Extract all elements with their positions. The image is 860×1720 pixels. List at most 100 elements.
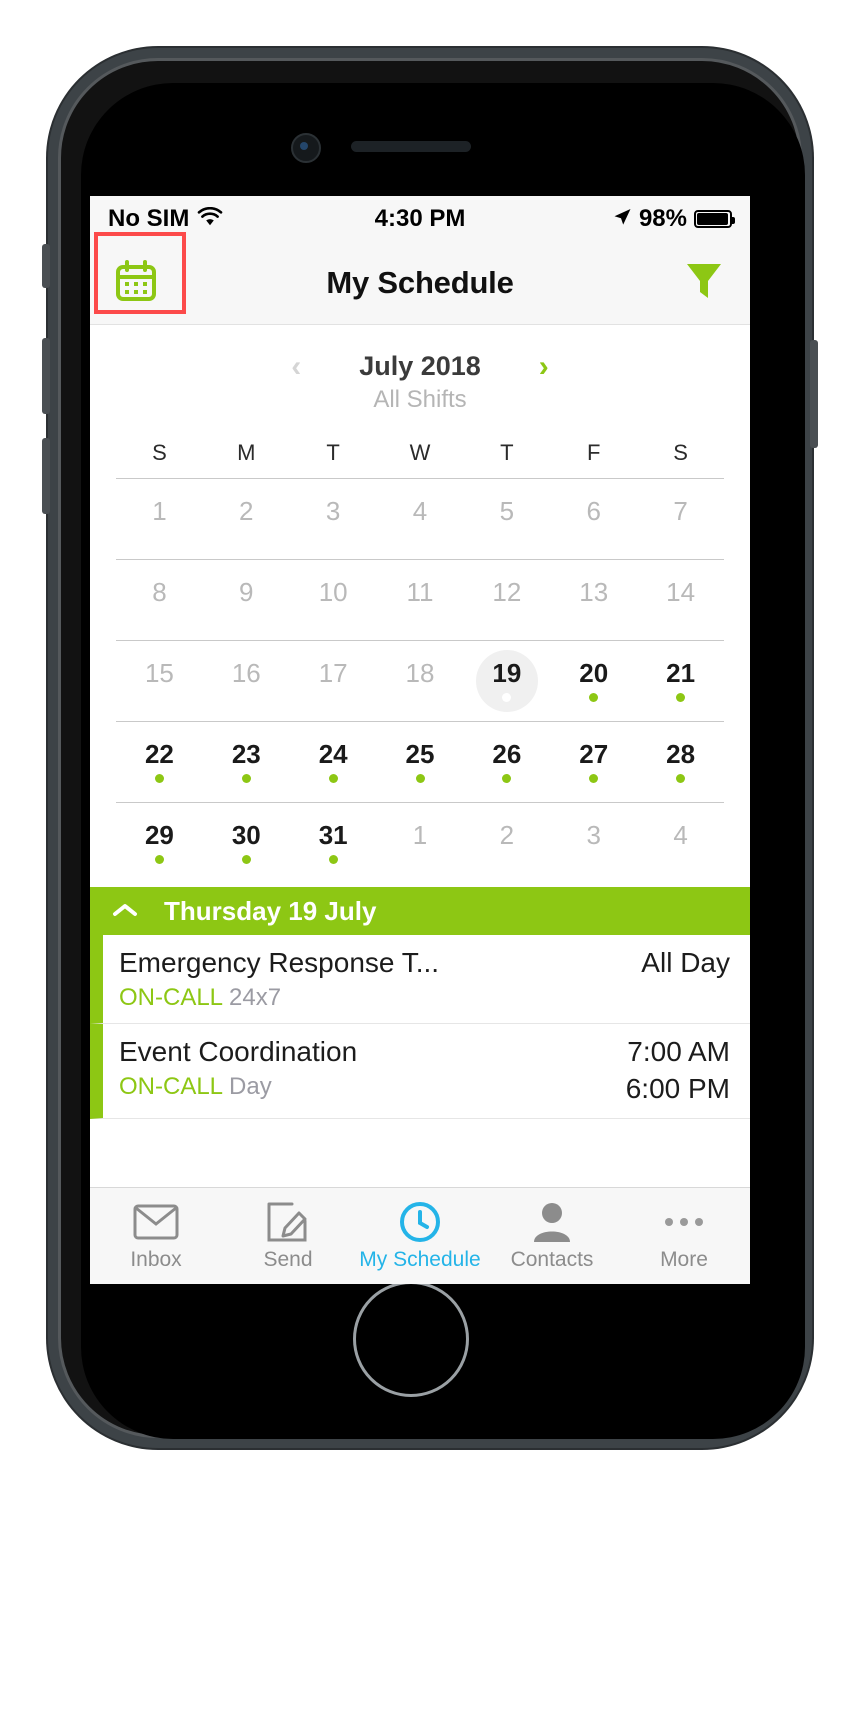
volume-down-button[interactable] <box>42 438 50 514</box>
calendar-day-cell[interactable]: 30 <box>203 803 290 883</box>
calendar-day-cell[interactable]: 6 <box>550 479 637 559</box>
calendar-day-cell[interactable]: 18 <box>377 641 464 721</box>
calendar-day-cell[interactable]: 23 <box>203 722 290 802</box>
calendar-week-row: 22 23 24 25 26 27 28 <box>116 721 724 802</box>
calendar-day-number: 10 <box>318 577 348 607</box>
calendar-day-number: 27 <box>579 739 609 769</box>
calendar-day-cell[interactable]: 3 <box>290 479 377 559</box>
calendar-icon-button[interactable] <box>90 232 186 324</box>
event-times: All Day <box>629 945 730 982</box>
shift-indicator-dot <box>502 855 511 864</box>
tab-my-schedule[interactable]: My Schedule <box>354 1188 486 1284</box>
day-section-title: Thursday 19 July <box>164 895 377 926</box>
calendar-day-cell[interactable]: 12 <box>463 560 550 640</box>
event-description: 24x7 <box>229 984 282 1011</box>
event-tag: ON-CALL <box>119 984 224 1011</box>
weekday-label: F <box>587 440 601 465</box>
event-subtitle: ON-CALL Day <box>119 1073 614 1102</box>
calendar-day-cell[interactable]: 4 <box>377 479 464 559</box>
calendar-day-cell[interactable]: 7 <box>637 479 724 559</box>
shift-indicator-dot <box>502 612 511 621</box>
chevron-up-icon[interactable] <box>112 899 138 923</box>
calendar-day-cell[interactable]: 17 <box>290 641 377 721</box>
calendar-day-cell[interactable]: 8 <box>116 560 203 640</box>
previous-month-button[interactable]: ‹ <box>291 351 301 382</box>
clock-icon <box>399 1201 441 1243</box>
calendar-day-cell[interactable]: 4 <box>637 803 724 883</box>
calendar-day-cell[interactable]: 5 <box>463 479 550 559</box>
calendar-day-cell[interactable]: 25 <box>377 722 464 802</box>
tab-label: My Schedule <box>359 1247 481 1271</box>
calendar-day-cell[interactable]: 11 <box>377 560 464 640</box>
calendar-day-number: 5 <box>499 496 515 526</box>
filter-button[interactable] <box>658 242 750 324</box>
carrier-label: No SIM <box>108 205 190 232</box>
compose-pencil-icon <box>266 1201 310 1243</box>
calendar-day-cell[interactable]: 22 <box>116 722 203 802</box>
calendar-day-number: 30 <box>231 820 261 850</box>
calendar-day-cell[interactable]: 19 <box>463 641 550 721</box>
event-row[interactable]: Emergency Response T... ON-CALL 24x7 All Da… <box>90 935 750 1024</box>
tab-more[interactable]: More <box>618 1188 750 1284</box>
calendar-day-cell[interactable]: 13 <box>550 560 637 640</box>
next-month-button[interactable]: › <box>539 351 549 382</box>
shift-indicator-dot <box>154 774 164 783</box>
calendar-day-cell[interactable]: 21 <box>637 641 724 721</box>
shift-indicator-dot <box>242 693 251 702</box>
calendar-day-cell[interactable]: 9 <box>203 560 290 640</box>
calendar-day-cell[interactable]: 16 <box>203 641 290 721</box>
day-section-header[interactable]: Thursday 19 July <box>90 887 750 935</box>
calendar-day-cell[interactable]: 31 <box>290 803 377 883</box>
shift-indicator-dot <box>415 774 425 783</box>
calendar-day-cell[interactable]: 15 <box>116 641 203 721</box>
calendar-day-cell[interactable]: 3 <box>550 803 637 883</box>
location-arrow-icon <box>612 207 632 231</box>
shift-indicator-dot <box>502 774 512 783</box>
shift-indicator-dot <box>329 531 338 540</box>
power-button[interactable] <box>810 340 818 448</box>
weekday-header-row: S M T W T F S <box>116 440 724 478</box>
home-button[interactable] <box>353 1281 469 1397</box>
event-end-time: 6:00 PM <box>625 1072 730 1104</box>
battery-fill <box>697 213 729 225</box>
calendar-day-cell[interactable]: 28 <box>637 722 724 802</box>
tab-send[interactable]: Send <box>222 1188 354 1284</box>
calendar-day-cell[interactable]: 2 <box>203 479 290 559</box>
month-navigation-row: ‹ July 2018 › <box>116 325 724 382</box>
calendar-day-cell[interactable]: 14 <box>637 560 724 640</box>
calendar-day-number: 22 <box>144 739 174 769</box>
tab-contacts[interactable]: Contacts <box>486 1188 618 1284</box>
shift-indicator-dot <box>589 774 599 783</box>
calendar-day-cell[interactable]: 20 <box>550 641 637 721</box>
calendar-day-number: 16 <box>231 658 261 688</box>
calendar-day-cell[interactable]: 10 <box>290 560 377 640</box>
calendar-day-cell[interactable]: 2 <box>463 803 550 883</box>
shift-indicator-dot <box>241 774 251 783</box>
earpiece-speaker <box>351 141 471 152</box>
silent-switch[interactable] <box>42 244 50 288</box>
calendar-day-cell[interactable]: 29 <box>116 803 203 883</box>
calendar-day-number: 2 <box>239 496 254 526</box>
page-title: My Schedule <box>326 265 514 300</box>
calendar-day-cell[interactable]: 27 <box>550 722 637 802</box>
calendar-week-row: 8 9 10 11 12 13 14 <box>116 559 724 640</box>
calendar-week-row: 29 30 31 1 2 3 4 <box>116 802 724 883</box>
calendar-day-cell[interactable]: 1 <box>116 479 203 559</box>
calendar-day-cell[interactable]: 1 <box>377 803 464 883</box>
calendar-day-number: 29 <box>144 820 174 850</box>
volume-up-button[interactable] <box>42 338 50 414</box>
shift-indicator-dot <box>155 693 164 702</box>
tab-inbox[interactable]: Inbox <box>90 1188 222 1284</box>
calendar-day-number: 28 <box>666 739 696 769</box>
calendar-day-number: 3 <box>586 820 601 850</box>
shift-indicator-dot <box>242 612 251 621</box>
calendar-day-cell[interactable]: 26 <box>463 722 550 802</box>
calendar-button-highlight <box>94 232 186 314</box>
events-list: Emergency Response T... ON-CALL 24x7 All Da… <box>90 935 750 1119</box>
event-row[interactable]: Event Coordination ON-CALL Day 7:00 AM 6:00 … <box>90 1023 750 1119</box>
calendar-area: ‹ July 2018 › All Shifts S M T W T F S 1… <box>90 325 750 883</box>
calendar-day-number: 24 <box>318 739 348 769</box>
calendar-day-cell[interactable]: 24 <box>290 722 377 802</box>
shift-indicator-dot <box>155 612 164 621</box>
calendar-day-number: 11 <box>406 577 434 607</box>
